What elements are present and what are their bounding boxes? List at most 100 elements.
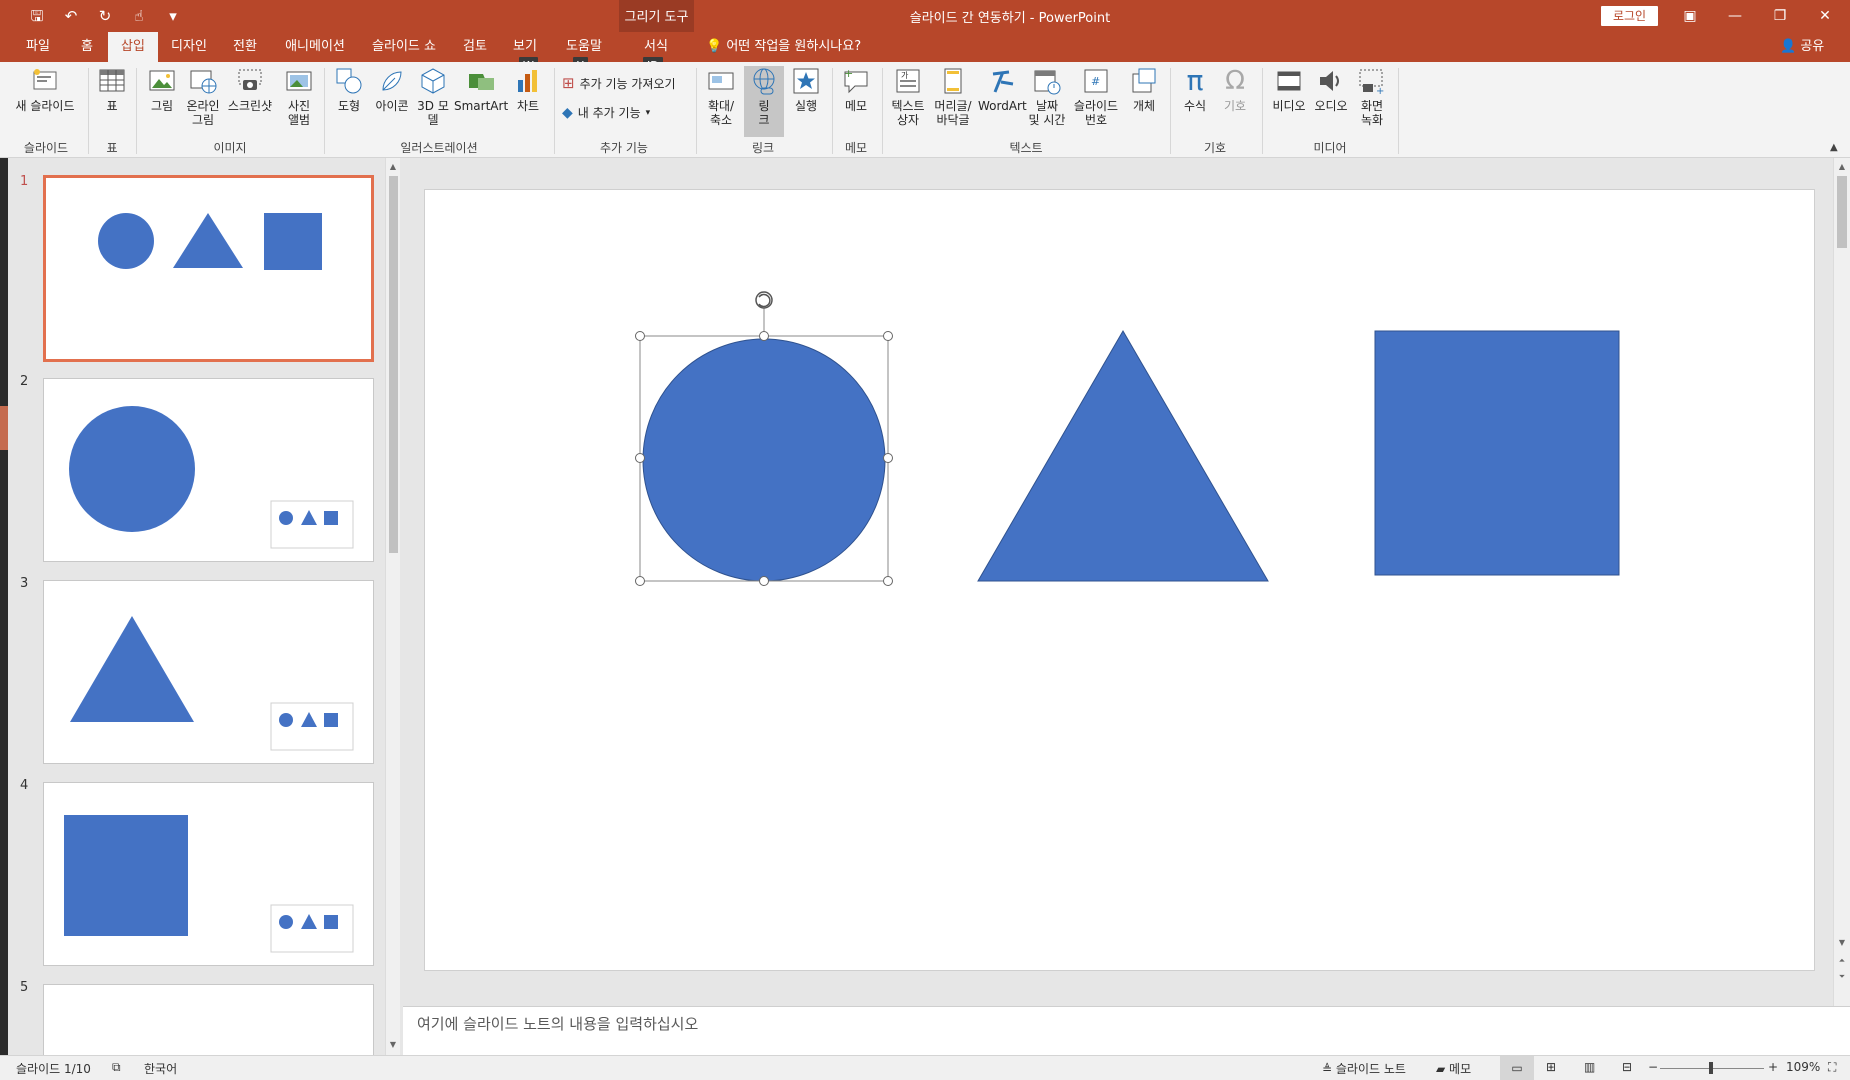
tab-file[interactable]: 파일 [14,32,62,62]
scroll-down-icon[interactable]: ▼ [1834,936,1850,950]
undo-icon[interactable]: ↶ [60,6,82,26]
action-button[interactable]: 실행 [788,66,824,113]
save-icon[interactable]: 🖫 [26,6,48,26]
scroll-down-icon[interactable]: ▼ [386,1038,400,1052]
wordart-button[interactable]: WordArt [978,66,1027,113]
slide-thumbnail-4[interactable] [43,782,374,966]
thumbnail-3-preview [70,616,354,751]
resize-handle-bottom[interactable] [759,576,769,586]
chart-button[interactable]: 차트 [510,66,546,113]
resize-handle-top[interactable] [759,331,769,341]
thumbnail-scroll-thumb[interactable] [389,176,398,553]
thumbnail-square [64,815,188,936]
normal-view-icon[interactable]: ▭ [1500,1056,1534,1080]
lightbulb-icon: 💡 [706,39,727,54]
notes-toggle-button[interactable]: ≜ 슬라이드 노트 [1322,1060,1406,1077]
resize-handle-bottom-right[interactable] [883,576,893,586]
slide-scrollbar[interactable]: ▲ ▼ ⏶ ⏷ [1833,158,1850,1006]
restore-icon[interactable]: ❐ [1760,4,1800,28]
object-button[interactable]: 개체 [1124,66,1164,113]
resize-handle-right[interactable] [883,453,893,463]
slide-sorter-view-icon[interactable]: ⊞ [1546,1060,1556,1074]
tab-insert[interactable]: 삽입 [108,32,158,64]
comments-toggle-button[interactable]: ▰ 메모 [1436,1060,1471,1077]
group-separator [1262,68,1263,154]
slide-scroll-thumb[interactable] [1837,176,1847,248]
tab-animations[interactable]: 애니메이션 [276,32,354,62]
scroll-up-icon[interactable]: ▲ [386,160,400,174]
scroll-up-icon[interactable]: ▲ [1834,160,1850,174]
audio-button[interactable]: 오디오 [1310,66,1352,113]
slide-thumbnail-1[interactable] [43,175,374,362]
slideshow-view-icon[interactable]: ⊟ [1622,1060,1632,1074]
zoom-slider-knob[interactable] [1708,1062,1713,1074]
resize-handle-top-left[interactable] [635,331,645,341]
collapse-ribbon-icon[interactable]: ▲ [1830,142,1838,153]
picture-label: 그림 [150,99,174,113]
video-label: 비디오 [1272,99,1306,113]
slide-canvas[interactable] [424,189,1815,971]
photo-album-button[interactable]: 사진 앨범 [280,66,318,127]
close-icon[interactable]: ✕ [1805,4,1845,28]
slide-thumbnail-3[interactable] [43,580,374,764]
resize-handle-left[interactable] [635,453,645,463]
zoom-label-2: 축소 [709,113,733,127]
link-button[interactable]: 링 크 [744,66,784,127]
new-comment-button[interactable]: + 메모 [836,66,876,113]
thumbnail-scrollbar[interactable]: ▲ ▼ [385,158,400,1055]
screenshot-button[interactable]: 스크린샷 [224,66,276,113]
rotate-icon[interactable] [755,291,773,309]
3d-model-button[interactable]: 3D 모 델 [414,66,452,127]
ribbon-display-options-icon[interactable]: ▣ [1670,4,1710,28]
slide-thumbnail-5[interactable] [43,984,374,1055]
previous-slide-icon[interactable]: ⏶ [1834,954,1850,968]
equation-button[interactable]: π 수식 [1176,66,1214,114]
slide-thumbnail-2[interactable] [43,378,374,562]
video-button[interactable]: 비디오 [1268,66,1310,113]
smartart-button[interactable]: SmartArt [454,66,508,113]
touch-mode-icon[interactable]: ☝ [128,6,150,26]
reading-view-icon[interactable]: ▥ [1584,1060,1595,1074]
online-picture-button[interactable]: 온라인 그림 [182,66,224,127]
tab-design[interactable]: 디자인 [164,32,214,62]
tab-home[interactable]: 홈 [72,32,102,62]
notes-pane[interactable]: 여기에 슬라이드 노트의 내용을 입력하십시오 [403,1006,1850,1055]
left-edge-strip [0,158,8,1055]
new-slide-button[interactable]: 새 슬라이드 [10,66,80,113]
login-button[interactable]: 로그인 [1601,6,1658,26]
customize-quick-access-icon[interactable]: ▾ [162,6,184,26]
share-button[interactable]: 👤 공유 [1780,32,1824,62]
slide-triangle-shape[interactable] [977,330,1269,582]
tell-me-search[interactable]: 💡 어떤 작업을 원하시나요? [706,32,861,62]
zoom-out-icon[interactable]: − [1648,1060,1658,1074]
resize-handle-top-right[interactable] [883,331,893,341]
screen-recording-button[interactable]: + 화면 녹화 [1352,66,1392,127]
fit-to-window-icon[interactable]: ⛶ [1828,1060,1836,1075]
next-slide-icon[interactable]: ⏷ [1834,970,1850,984]
tab-review[interactable]: 검토 [454,32,496,62]
table-button[interactable]: 표 [94,66,130,113]
slide-number-button[interactable]: # 슬라이드 번호 [1070,66,1122,127]
spelling-check-icon[interactable]: ⧉ [112,1060,121,1075]
date-time-button[interactable]: 날짜 및 시간 [1026,66,1068,127]
zoom-button[interactable]: 확대/ 축소 [700,66,742,127]
picture-button[interactable]: 그림 [144,66,180,113]
text-box-button[interactable]: 가 텍스트 상자 [886,66,930,127]
slide-square-shape[interactable] [1374,330,1620,576]
language-indicator[interactable]: 한국어 [144,1060,177,1077]
redo-icon[interactable]: ↻ [94,6,116,26]
get-addins-button[interactable]: ⊞ 추가 기능 가져오기 [562,74,676,92]
minimize-icon[interactable]: — [1715,4,1755,28]
resize-handle-bottom-left[interactable] [635,576,645,586]
my-addins-button[interactable]: ◆ 내 추가 기능 ▾ [562,104,650,121]
header-footer-button[interactable]: 머리글/ 바닥글 [930,66,976,127]
slide-circle-shape[interactable] [642,338,886,582]
zoom-percent[interactable]: 109% [1786,1060,1820,1074]
shapes-button[interactable]: 도형 [330,66,368,113]
tab-transitions[interactable]: 전환 [222,32,268,62]
tab-slideshow[interactable]: 슬라이드 쇼 [362,32,446,62]
zoom-in-icon[interactable]: + [1768,1060,1778,1074]
symbol-button[interactable]: Ω 기호 [1216,66,1254,113]
mini-circle [279,915,293,929]
icons-button[interactable]: 아이콘 [372,66,412,113]
